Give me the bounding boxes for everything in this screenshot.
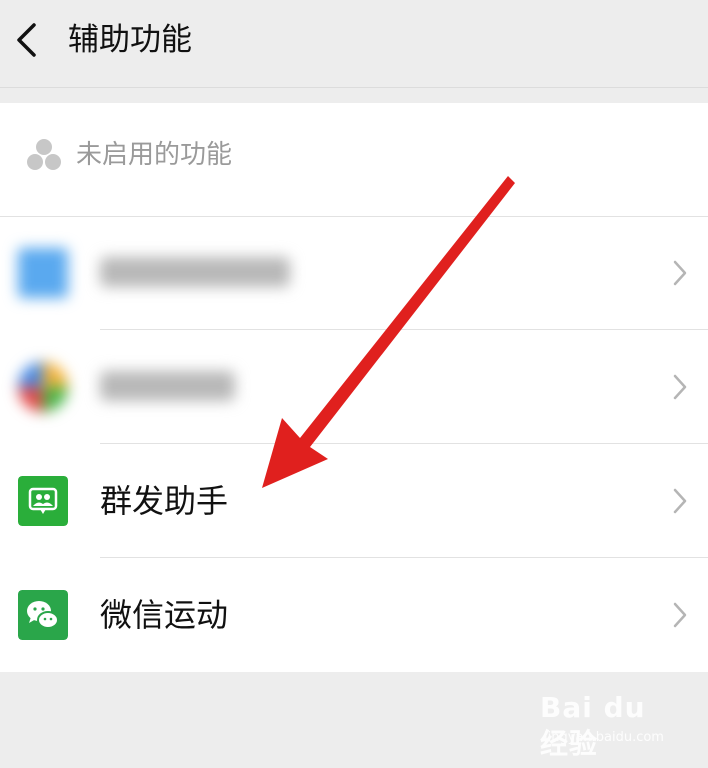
divider <box>100 443 708 444</box>
row-label: 微信运动 <box>100 596 229 634</box>
chevron-right-icon <box>673 260 687 286</box>
list-item-group-message[interactable]: 群发助手 <box>0 445 708 558</box>
divider <box>100 329 708 330</box>
page-title: 辅助功能 <box>68 22 192 58</box>
blurred-label <box>100 257 290 287</box>
watermark-sub: jingyan.baidu.com <box>544 730 664 745</box>
blurred-label <box>100 371 235 401</box>
section-header-disabled-features: 未启用的功能 <box>0 103 708 217</box>
list-item-wechat-sport[interactable]: 微信运动 <box>0 559 708 672</box>
top-bar: 辅助功能 <box>0 0 708 88</box>
divider <box>100 557 708 558</box>
list-item-blurred-1[interactable] <box>0 217 708 330</box>
chevron-right-icon <box>673 602 687 628</box>
chevron-left-icon <box>17 23 36 57</box>
blurred-app-icon <box>18 248 68 298</box>
chevron-right-icon <box>673 374 687 400</box>
watermark-main: Bai du 经验 <box>540 691 646 760</box>
chevron-right-icon <box>673 488 687 514</box>
wechat-chat-bubbles-icon <box>18 590 68 640</box>
list-item-blurred-2[interactable] <box>0 331 708 444</box>
feature-list-card: 未启用的功能 群发助手 微信运动 <box>0 103 708 672</box>
section-label: 未启用的功能 <box>76 140 233 170</box>
blurred-app-icon <box>18 362 68 412</box>
baidu-jingyan-watermark: Bai du 经验 jingyan.baidu.com <box>540 690 670 760</box>
three-dots-cluster-icon <box>27 139 61 170</box>
row-label: 群发助手 <box>100 482 229 520</box>
group-message-icon <box>18 476 68 526</box>
back-button[interactable] <box>8 18 48 62</box>
